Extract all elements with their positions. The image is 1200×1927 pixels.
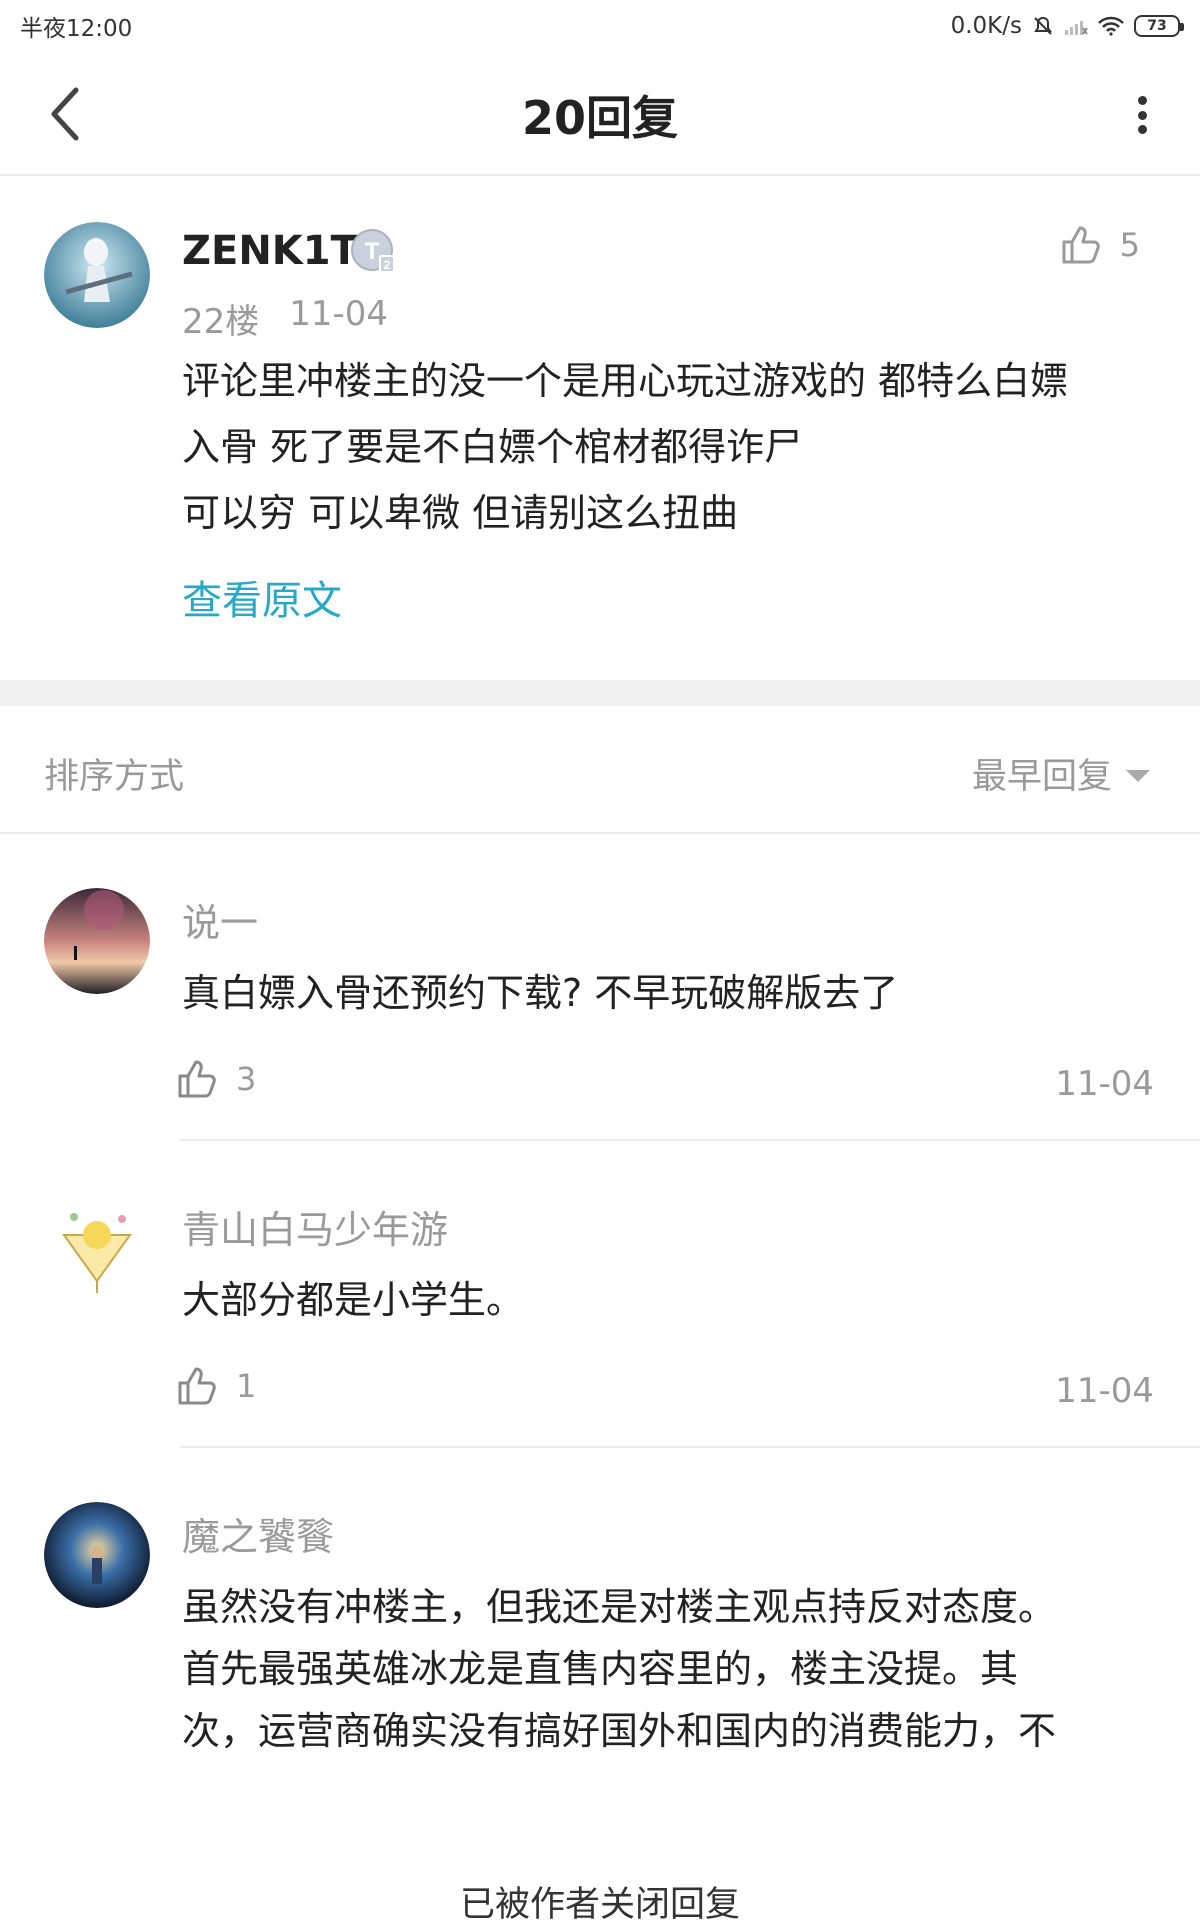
status-time: 半夜12:00 [20,16,133,42]
net-speed: 0.0K/s [950,13,1022,39]
reply-line: 真白嫖入骨还预约下载? 不早玩破解版去了 [182,971,899,1015]
reply-like-button[interactable]: 1 [176,1365,256,1407]
avatar[interactable] [44,1502,150,1608]
badge-sub: 2 [384,258,391,272]
page-title: 20回复 [521,91,678,145]
reply-author[interactable]: 说一 [182,892,258,947]
post-like-button[interactable]: 5 [1060,224,1140,266]
status-icons: 0.0K/s 73 [950,13,1184,39]
reply-like-button[interactable]: 3 [176,1058,256,1100]
wifi-icon [1098,16,1124,36]
mute-icon [1032,15,1054,37]
reply-date: 11-04 [1055,1371,1154,1411]
reply-like-count: 1 [236,1367,257,1405]
battery-icon: 73 [1134,15,1184,37]
post-meta: 22楼 11-04 [182,294,388,343]
reply-date: 11-04 [1055,1064,1154,1104]
sort-row: 排序方式 最早回复 [0,706,1200,834]
divider [180,1139,1200,1141]
reply-line: 虽然没有冲楼主，但我还是对楼主观点持反对态度。 [182,1585,1057,1629]
reply-item: 青山白马少年游 大部分都是小学生。 1 11-04 [0,1143,1200,1448]
post-floor: 22楼 [182,302,260,342]
sort-label: 排序方式 [44,757,185,797]
reply-author[interactable]: 魔之饕餮 [182,1506,334,1561]
avatar[interactable] [44,1195,150,1301]
avatar[interactable] [44,888,150,994]
thumbs-up-icon [178,1367,216,1405]
post-date: 11-04 [289,294,389,334]
reply-item: 魔之饕餮 虽然没有冲楼主，但我还是对楼主观点持反对态度。 首先最强英雄冰龙是直售… [0,1450,1200,1780]
badge-letter: T [365,238,380,265]
reply-content: 真白嫖入骨还预约下载? 不早玩破解版去了 [182,962,1172,1024]
reply-content: 大部分都是小学生。 [182,1269,1172,1331]
post-line: 评论里冲楼主的没一个是用心玩过游戏的 都特么白嫖 [182,359,1069,403]
view-original-link[interactable]: 查看原文 [182,568,342,626]
reply-author[interactable]: 青山白马少年游 [182,1199,448,1254]
post-author[interactable]: ZENK1T [182,228,358,274]
status-bar: 半夜12:00 0.0K/s 73 [0,0,1200,52]
more-options-button[interactable] [1124,88,1160,142]
post-content: 评论里冲楼主的没一个是用心玩过游戏的 都特么白嫖 入骨 死了要是不白嫖个棺材都得… [182,348,1162,546]
divider [180,1446,1200,1448]
reply-content: 虽然没有冲楼主，但我还是对楼主观点持反对态度。 首先最强英雄冰龙是直售内容里的，… [182,1576,1172,1762]
avatar[interactable] [44,222,150,328]
level-badge-icon: T 2 [350,228,398,276]
reply-like-count: 3 [236,1060,257,1098]
signal-icon [1064,16,1088,36]
reply-line: 大部分都是小学生。 [182,1278,525,1322]
more-vertical-icon [1137,96,1147,105]
caret-down-icon [1126,769,1150,782]
replies-closed-note: 已被作者关闭回复 [459,1885,740,1925]
thumbs-up-icon [178,1060,216,1098]
main-post: ZENK1T T 2 22楼 11-04 5 评论里冲楼主的没一个是用心玩过游戏… [0,178,1200,680]
sort-selected: 最早回复 [971,757,1112,797]
app-header: 20回复 [0,52,1200,176]
post-like-count: 5 [1119,226,1140,264]
thumbs-up-icon [1062,226,1100,264]
reply-item: 说一 真白嫖入骨还预约下载? 不早玩破解版去了 3 11-04 [0,836,1200,1141]
reply-line: 首先最强英雄冰龙是直售内容里的，楼主没提。其 [182,1647,1019,1691]
sort-dropdown[interactable]: 最早回复 [972,748,1150,799]
post-line: 可以穷 可以卑微 但请别这么扭曲 [182,491,739,535]
post-line: 入骨 死了要是不白嫖个棺材都得诈尸 [182,425,803,469]
section-divider [0,680,1200,706]
reply-line: 次，运营商确实没有搞好国外和国内的消费能力，不 [182,1709,1057,1753]
